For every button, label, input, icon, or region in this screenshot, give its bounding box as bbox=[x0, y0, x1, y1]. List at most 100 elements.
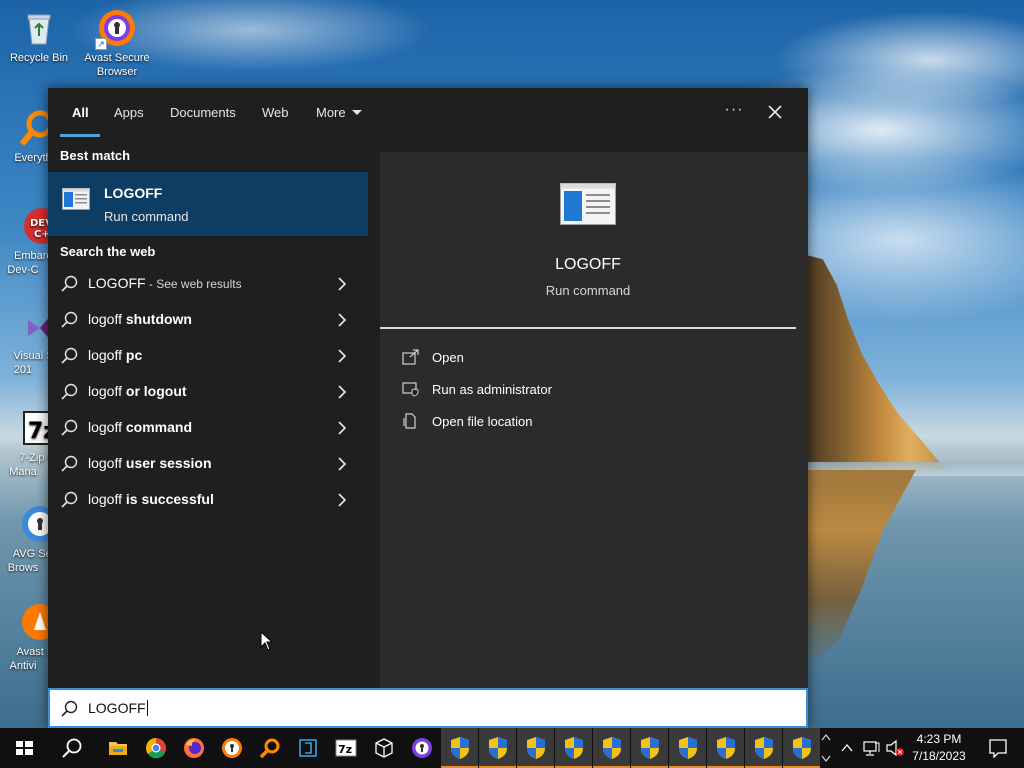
uac-shield-icon bbox=[793, 737, 811, 759]
shield-run-icon bbox=[402, 381, 420, 397]
action-open-file-location[interactable]: Open file location bbox=[400, 410, 700, 434]
avast-browser-icon bbox=[412, 738, 432, 758]
desktop-icon-avast-secure-browser[interactable]: ↗ Avast Secure Browser bbox=[78, 8, 156, 79]
chevron-down-icon bbox=[351, 110, 362, 115]
show-hidden-icons-button[interactable] bbox=[838, 728, 856, 768]
taskbar-3d-viewer[interactable] bbox=[364, 728, 402, 768]
taskbar-search-button[interactable] bbox=[52, 728, 90, 768]
web-result-query: logoff bbox=[88, 491, 122, 507]
desktop-icon-recycle-bin[interactable]: Recycle Bin bbox=[0, 8, 78, 65]
taskbar-scroll-arrows[interactable] bbox=[818, 730, 834, 766]
wallpaper-reflection bbox=[806, 470, 916, 670]
taskbar-uac-window[interactable] bbox=[669, 728, 706, 768]
web-result-row[interactable]: logoff is successful bbox=[48, 482, 368, 518]
taskbar-7zip[interactable]: 7z bbox=[326, 728, 364, 768]
taskbar-uac-window[interactable] bbox=[555, 728, 592, 768]
uac-shield-icon bbox=[717, 737, 735, 759]
desktop-icon-label: Avast Secure Browser bbox=[84, 52, 150, 78]
action-label: Open file location bbox=[432, 414, 533, 429]
web-result-suggestion: user session bbox=[122, 455, 212, 471]
web-result-query: logoff bbox=[88, 383, 122, 399]
taskbar-chrome[interactable] bbox=[136, 728, 174, 768]
web-result-query: logoff bbox=[88, 347, 122, 363]
taskbar-uac-window[interactable] bbox=[479, 728, 516, 768]
web-result-row[interactable]: logoff pc bbox=[48, 338, 368, 374]
web-result-query: logoff bbox=[88, 419, 122, 435]
web-result-row[interactable]: logoff or logout bbox=[48, 374, 368, 410]
more-options-button[interactable]: ··· bbox=[716, 100, 752, 126]
volume-tray-button[interactable] bbox=[884, 728, 906, 768]
taskbar-file-explorer[interactable] bbox=[98, 728, 136, 768]
taskbar-everything[interactable] bbox=[250, 728, 288, 768]
search-filter-tabs: All Apps Documents Web More ··· bbox=[48, 88, 808, 138]
web-result-row[interactable]: logoff command bbox=[48, 410, 368, 446]
web-result-text: logoff shutdown bbox=[88, 311, 192, 327]
action-center-button[interactable] bbox=[978, 728, 1018, 768]
taskbar-uac-window[interactable] bbox=[441, 728, 478, 768]
uac-shield-icon bbox=[451, 737, 469, 759]
start-button[interactable] bbox=[4, 728, 42, 768]
taskbar-uac-window[interactable] bbox=[745, 728, 782, 768]
web-result-row[interactable]: LOGOFF - See web results bbox=[48, 266, 368, 302]
open-icon bbox=[402, 349, 420, 365]
best-match-heading: Best match bbox=[60, 148, 131, 163]
taskbar-avast-secure-browser[interactable] bbox=[402, 728, 440, 768]
chevron-right-icon bbox=[336, 385, 348, 399]
tab-all[interactable]: All bbox=[72, 105, 89, 125]
close-button[interactable] bbox=[760, 100, 790, 126]
desktop-icon-label: Everyth bbox=[14, 152, 52, 164]
preview-divider bbox=[380, 327, 796, 329]
taskbar-uac-window[interactable] bbox=[631, 728, 668, 768]
taskbar-avast-browser[interactable] bbox=[212, 728, 250, 768]
taskbar: 7z 4:23 PM 7/18/2023 bbox=[0, 728, 1024, 768]
best-match-item[interactable]: LOGOFF Run command bbox=[48, 172, 368, 236]
network-tray-button[interactable] bbox=[860, 728, 882, 768]
run-command-large-icon bbox=[560, 183, 616, 225]
search-web-heading: Search the web bbox=[60, 244, 156, 259]
search-icon bbox=[60, 419, 78, 437]
search-icon bbox=[60, 700, 78, 718]
start-search-panel: All Apps Documents Web More ··· Best mat… bbox=[48, 88, 808, 728]
chevron-right-icon bbox=[336, 313, 348, 327]
action-run-as-administrator[interactable]: Run as administrator bbox=[400, 378, 700, 402]
tab-documents[interactable]: Documents bbox=[170, 105, 236, 125]
taskbar-uac-window[interactable] bbox=[517, 728, 554, 768]
chevron-right-icon bbox=[336, 421, 348, 435]
cube-icon bbox=[375, 738, 393, 758]
clock-time: 4:23 PM bbox=[916, 732, 962, 746]
web-result-text: logoff is successful bbox=[88, 491, 214, 507]
tab-web[interactable]: Web bbox=[262, 105, 289, 125]
search-icon bbox=[60, 275, 78, 293]
tab-apps[interactable]: Apps bbox=[114, 105, 144, 125]
web-result-suggestion: is successful bbox=[122, 491, 214, 507]
best-match-title: LOGOFF bbox=[104, 185, 163, 201]
action-label: Run as administrator bbox=[432, 382, 552, 397]
scroll-updown-icon bbox=[821, 733, 831, 763]
action-label: Open bbox=[432, 350, 464, 365]
taskbar-uac-window[interactable] bbox=[707, 728, 744, 768]
search-input-value: LOGOFF bbox=[88, 700, 148, 716]
mouse-pointer-icon bbox=[260, 630, 274, 651]
search-icon bbox=[62, 738, 82, 758]
search-query-text: LOGOFF bbox=[88, 700, 146, 716]
svg-text:7z: 7z bbox=[338, 743, 352, 756]
taskbar-app-installer[interactable] bbox=[288, 728, 326, 768]
uac-shield-icon bbox=[489, 737, 507, 759]
taskbar-clock[interactable]: 4:23 PM 7/18/2023 bbox=[905, 731, 973, 765]
taskbar-uac-window[interactable] bbox=[783, 728, 820, 768]
search-input[interactable]: LOGOFF bbox=[48, 688, 808, 728]
web-result-suggestion: shutdown bbox=[122, 311, 192, 327]
text-cursor bbox=[146, 700, 148, 716]
taskbar-uac-window[interactable] bbox=[593, 728, 630, 768]
active-tab-indicator bbox=[60, 134, 100, 137]
web-result-row[interactable]: logoff user session bbox=[48, 446, 368, 482]
action-open[interactable]: Open bbox=[400, 346, 700, 370]
desktop-icon-label: 7-Zip I Mana bbox=[9, 452, 51, 478]
taskbar-firefox[interactable] bbox=[174, 728, 212, 768]
web-result-row[interactable]: logoff shutdown bbox=[48, 302, 368, 338]
clock-date: 7/18/2023 bbox=[912, 749, 966, 763]
tab-more[interactable]: More bbox=[316, 105, 362, 125]
web-result-text: LOGOFF - See web results bbox=[88, 275, 242, 291]
avast-browser-icon bbox=[222, 738, 242, 758]
web-result-query: LOGOFF bbox=[88, 275, 146, 291]
